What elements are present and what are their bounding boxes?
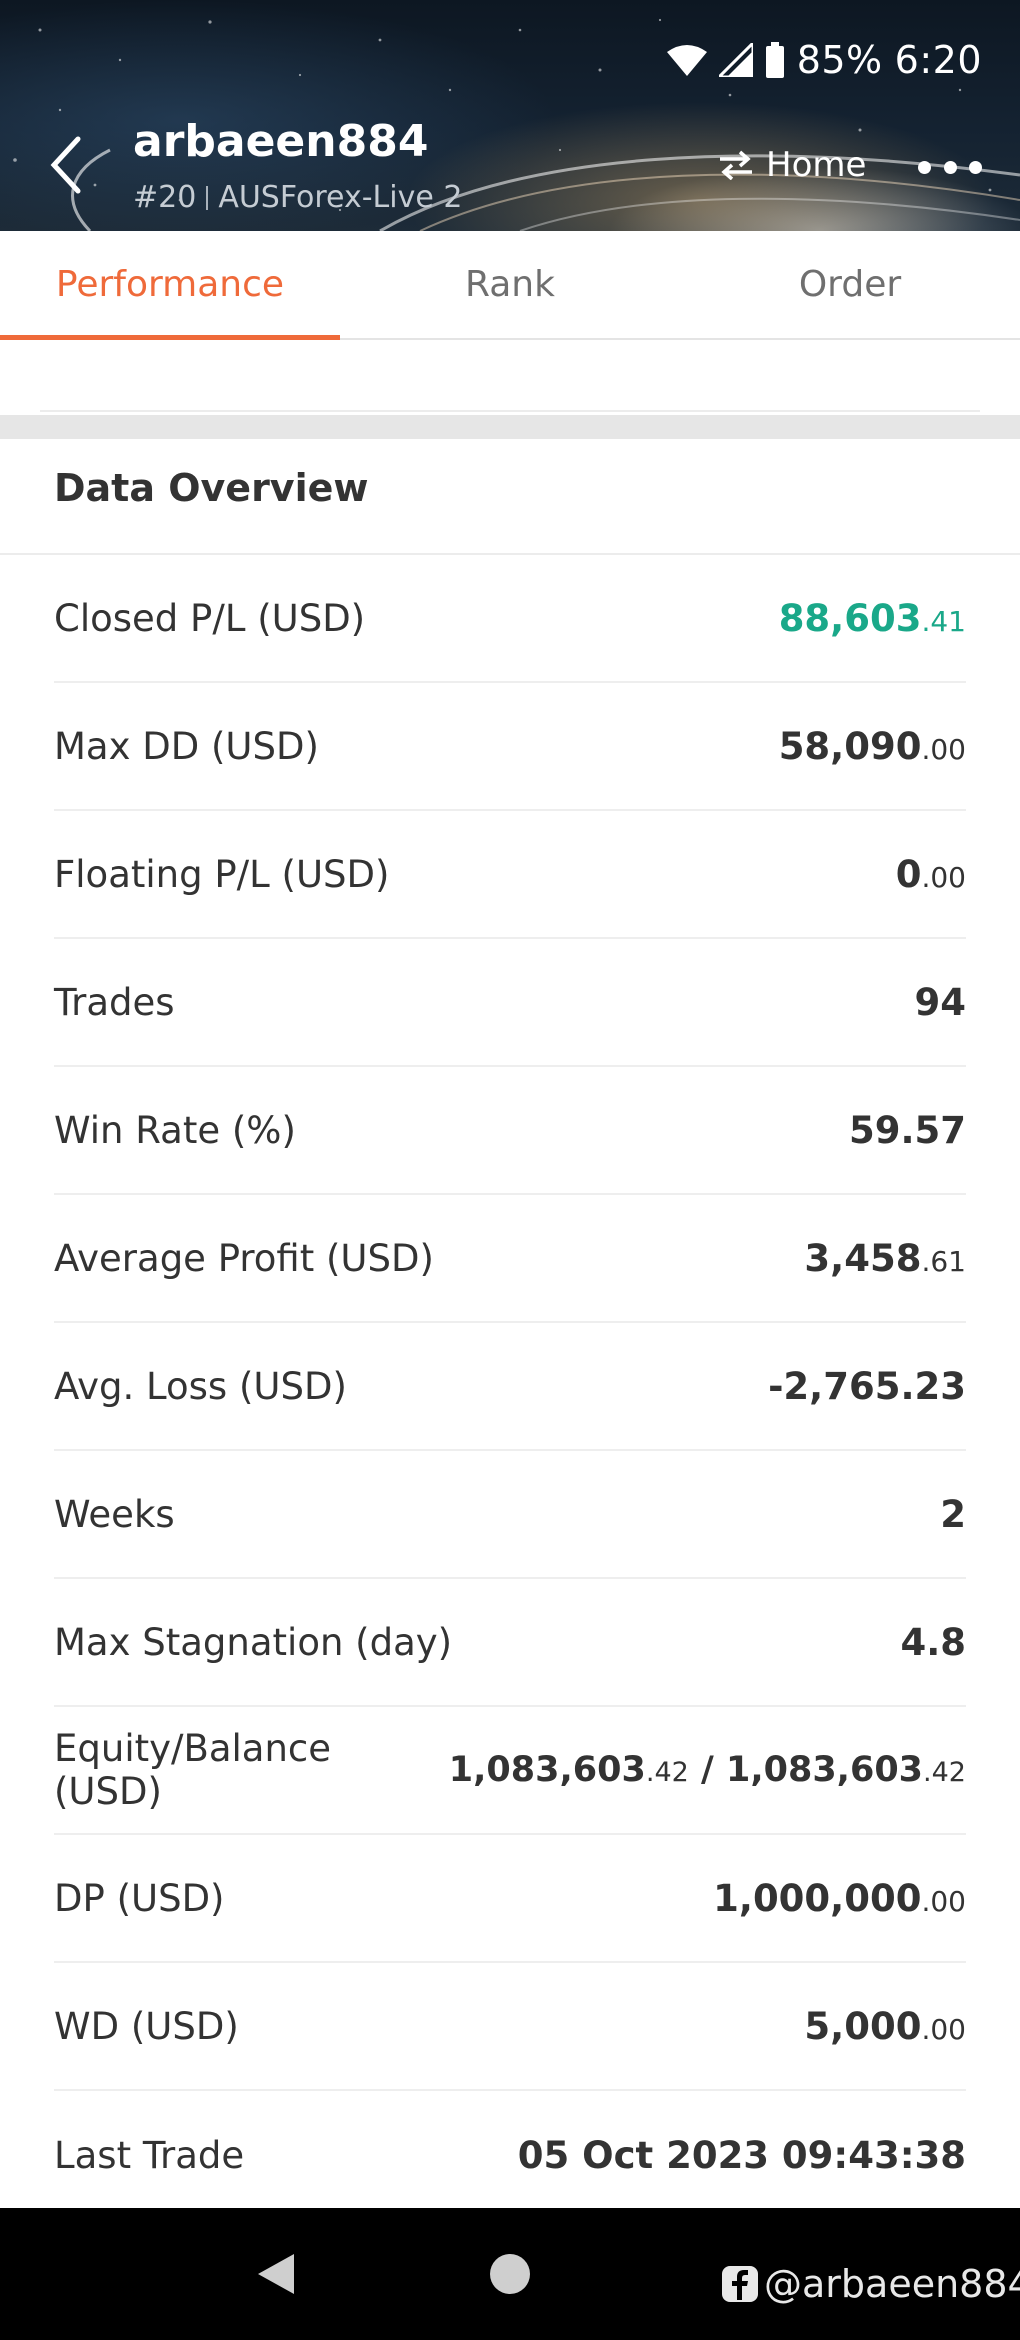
stat-value: 3,458.61	[804, 1237, 966, 1280]
more-dot-icon	[943, 160, 957, 174]
stat-label: Closed P/L (USD)	[54, 596, 366, 640]
value-decimal: .00	[921, 860, 966, 894]
chevron-left-icon	[50, 136, 81, 194]
stat-label: Avg. Loss (USD)	[54, 1364, 347, 1408]
stat-row-avg-loss: Avg. Loss (USD) -2,765.23	[54, 1323, 966, 1451]
status-bar: 85% 6:20	[666, 34, 982, 86]
account-subtitle: #20 AUSForex-Live 2	[133, 180, 462, 215]
divider	[40, 410, 980, 412]
value-integer: 1,000,000	[713, 1876, 922, 1920]
stat-label: DP (USD)	[54, 1876, 225, 1920]
nav-back-icon[interactable]	[256, 2252, 296, 2296]
clock: 6:20	[894, 38, 982, 82]
value-decimal: .42	[645, 1757, 689, 1788]
value-decimal: .41	[921, 604, 966, 638]
facebook-icon	[722, 2266, 758, 2302]
watermark: @arbaeen884	[720, 2262, 1020, 2306]
stat-value: 2	[940, 1492, 966, 1536]
value-integer: 88,603	[778, 596, 922, 640]
stat-row-last-trade: Last Trade 05 Oct 2023 09:43:38	[54, 2091, 966, 2219]
stat-row-floating-pl: Floating P/L (USD) 0.00	[54, 811, 966, 939]
stat-value: 05 Oct 2023 09:43:38	[517, 2133, 966, 2177]
wifi-icon	[666, 44, 707, 76]
value-integer: 1,083,603	[448, 1750, 646, 1790]
system-navigation-bar: @arbaeen884	[0, 2208, 1020, 2340]
battery-level: 85%	[796, 38, 883, 82]
stat-label: WD (USD)	[54, 2004, 239, 2048]
data-overview-list: Closed P/L (USD) 88,603.41 Max DD (USD) …	[0, 555, 1020, 2219]
stat-row-weeks: Weeks 2	[54, 1451, 966, 1579]
value-integer: 3,458	[804, 1236, 922, 1280]
stat-value: 0.00	[896, 853, 966, 896]
stat-value: 59.57	[848, 1108, 966, 1152]
nav-home-icon[interactable]	[490, 2254, 530, 2294]
stat-value: 1,083,603.42 / 1,083,603.42	[449, 1750, 966, 1790]
swap-arrows-icon	[720, 150, 752, 180]
account-server: AUSForex-Live 2	[218, 180, 463, 215]
value-integer: 1,083,603	[725, 1750, 924, 1790]
value-decimal: .00	[921, 2012, 966, 2046]
stat-value: 94	[914, 980, 967, 1024]
tab-performance[interactable]: Performance	[0, 231, 340, 340]
stat-value: 88,603.41	[779, 597, 966, 640]
more-dot-icon	[969, 160, 982, 174]
stat-value: 5,000.00	[804, 2005, 966, 2048]
more-options-button[interactable]	[918, 145, 982, 189]
stat-label: Weeks	[54, 1492, 175, 1536]
stat-row-max-stagnation: Max Stagnation (day) 4.8	[54, 1579, 966, 1707]
section-separator	[0, 415, 1020, 439]
stat-row-trades: Trades 94	[54, 939, 966, 1067]
divider	[206, 185, 209, 210]
value-integer: 5,000	[804, 2004, 922, 2048]
stat-row-win-rate: Win Rate (%) 59.57	[54, 1067, 966, 1195]
stat-row-wd: WD (USD) 5,000.00	[54, 1963, 966, 2091]
home-button[interactable]: Home	[718, 140, 866, 190]
stat-row-dp: DP (USD) 1,000,000.00	[54, 1835, 966, 1963]
value-separator: /	[688, 1750, 726, 1790]
stat-label: Average Profit (USD)	[54, 1236, 434, 1280]
stat-value: 1,000,000.00	[713, 1877, 966, 1920]
stat-label: Max DD (USD)	[54, 724, 319, 768]
stat-label: Trades	[54, 980, 175, 1024]
battery-icon	[765, 42, 785, 78]
back-button[interactable]	[40, 130, 90, 200]
value-decimal: .42	[923, 1757, 966, 1788]
stat-value: 4.8	[900, 1620, 966, 1664]
stat-label: Floating P/L (USD)	[54, 852, 390, 896]
stat-row-average-profit: Average Profit (USD) 3,458.61	[54, 1195, 966, 1323]
account-header: 85% 6:20 arbaeen884 #20 AUSForex-Live 2 …	[0, 0, 1020, 231]
value-integer: 0	[895, 852, 922, 896]
value-decimal: .00	[921, 1884, 966, 1918]
stat-row-closed-pl: Closed P/L (USD) 88,603.41	[54, 555, 966, 683]
tab-rank[interactable]: Rank	[340, 231, 680, 338]
stat-label: Max Stagnation (day)	[54, 1620, 453, 1664]
stat-value: -2,765.23	[768, 1364, 966, 1408]
stat-row-equity-balance: Equity/Balance (USD) 1,083,603.42 / 1,08…	[54, 1707, 966, 1835]
stat-label: Last Trade	[54, 2133, 245, 2177]
stat-label: Equity/Balance (USD)	[54, 1727, 332, 1813]
tab-bar: Performance Rank Order	[0, 231, 1020, 340]
stat-value: 58,090.00	[779, 725, 966, 768]
account-rank: #20	[133, 180, 197, 215]
tab-order[interactable]: Order	[680, 231, 1020, 338]
section-title: Data Overview	[54, 466, 369, 510]
value-integer: 58,090	[778, 724, 922, 768]
stat-row-max-dd: Max DD (USD) 58,090.00	[54, 683, 966, 811]
more-dot-icon	[918, 160, 931, 174]
home-label: Home	[766, 145, 867, 185]
value-decimal: .00	[921, 732, 966, 766]
cellular-signal-icon	[718, 43, 753, 77]
stat-label: Win Rate (%)	[54, 1108, 296, 1152]
watermark-text: @arbaeen884	[764, 2262, 1020, 2306]
account-name: arbaeen884	[133, 116, 429, 167]
value-decimal: .61	[921, 1244, 966, 1278]
